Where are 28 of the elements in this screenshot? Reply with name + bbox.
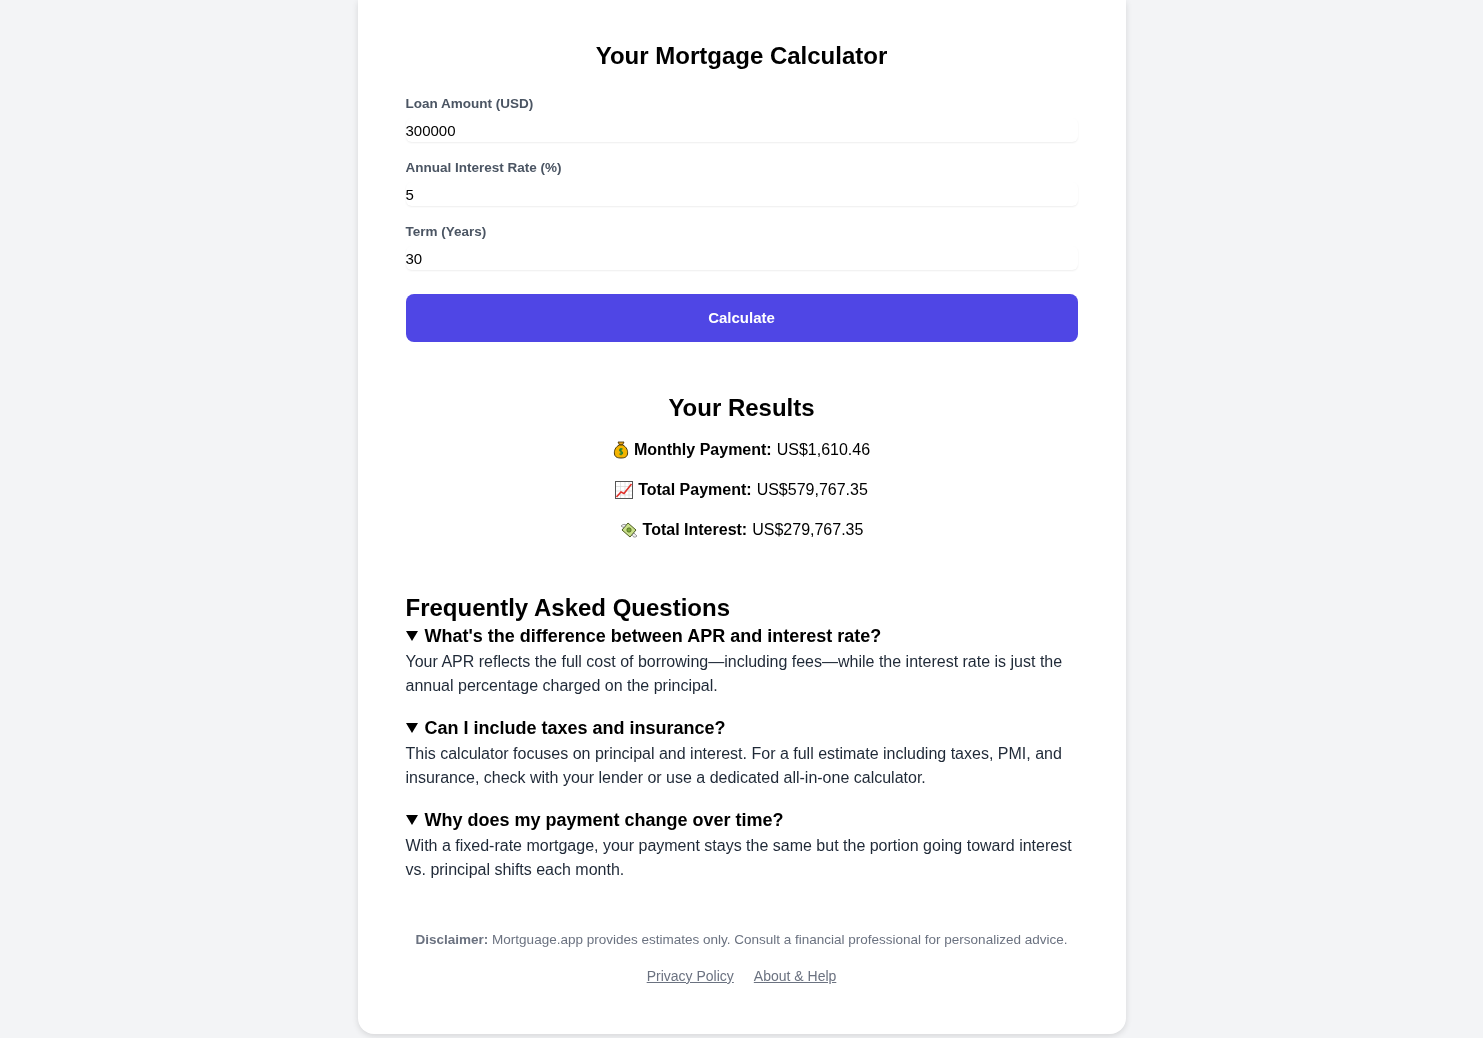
winged-banknote-icon	[619, 521, 638, 539]
result-value: US$1,610.46	[776, 440, 871, 460]
line-chart-icon	[615, 481, 634, 499]
money-bag-icon	[612, 441, 629, 459]
faq-answer: This calculator focuses on principal and interest. For a full estimate including taxes, PMI, and insurance, check with your lender or use a dedicated all-in-one calculator.	[405, 744, 1063, 788]
faq-answer: With a fixed-rate mortgage, your payment stays the same but the portion going toward interest vs. principal shifts each month.	[405, 836, 1073, 880]
faq-question[interactable]: Why does my payment change over time?	[405, 808, 1078, 832]
result-label: Total Interest:	[642, 520, 748, 540]
footer-link[interactable]: About & Help	[753, 966, 837, 986]
faq-question[interactable]: What's the difference between APR and interest rate?	[405, 624, 1078, 648]
field-label: Loan Amount (USD)	[405, 95, 535, 113]
input-field[interactable]: 5	[405, 182, 1078, 206]
page-title: Your Mortgage Calculator	[594, 41, 889, 71]
faq-question[interactable]: Can I include taxes and insurance?	[405, 716, 1078, 740]
faq-heading: Frequently Asked Questions	[405, 593, 731, 623]
input-field[interactable]: 300000	[405, 118, 1078, 142]
result-value: US$279,767.35	[752, 520, 864, 540]
results-heading: Your Results	[667, 393, 816, 423]
faq-answer: Your APR reflects the full cost of borrowing—including fees—while the interest rate is just the annual percentage charged on the principal.	[405, 652, 1064, 696]
field-label: Annual Interest Rate (%)	[405, 159, 563, 177]
calculate-button[interactable]: Calculate	[405, 294, 1078, 342]
input-field[interactable]: 30	[405, 246, 1078, 270]
field-label: Term (Years)	[405, 223, 488, 241]
disclaimer-text: Disclaimer: Mortguage.app provides estimates only. Consult a financial professional for personalized advice.	[414, 931, 1069, 949]
result-label: Monthly Payment:	[633, 440, 772, 460]
footer-link[interactable]: Privacy Policy	[646, 966, 734, 986]
result-label: Total Payment:	[638, 480, 752, 500]
result-value: US$579,767.35	[756, 480, 868, 500]
